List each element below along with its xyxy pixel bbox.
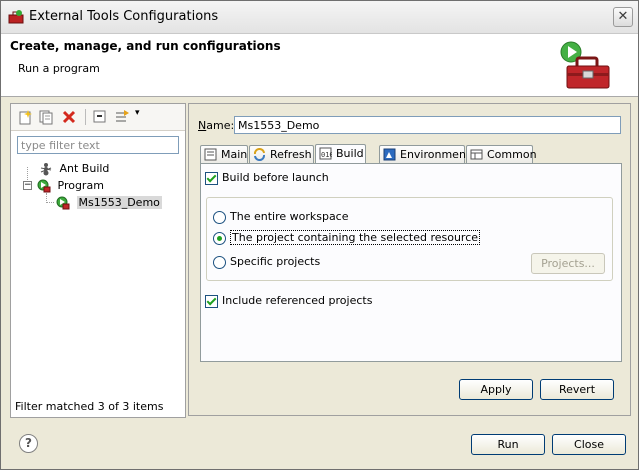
checkbox-checked-icon bbox=[205, 171, 218, 185]
radio-label: The project containing the selected reso… bbox=[230, 230, 481, 245]
dialog-window: External Tools Configurations ✕ Create, … bbox=[0, 0, 639, 470]
name-field[interactable] bbox=[234, 116, 621, 134]
help-icon[interactable]: ? bbox=[19, 434, 38, 453]
name-label-text: ame: bbox=[206, 119, 235, 132]
main-tab-icon bbox=[204, 148, 217, 161]
close-window-button[interactable]: ✕ bbox=[613, 7, 633, 27]
checkbox-checked-icon bbox=[205, 294, 218, 308]
radio-unchecked-icon bbox=[213, 255, 226, 269]
radio-project-containing-resource[interactable]: The project containing the selected reso… bbox=[213, 230, 481, 245]
header-title: Create, manage, and run configurations bbox=[10, 39, 281, 53]
new-config-icon[interactable] bbox=[17, 109, 33, 125]
build-tab-icon: 010 bbox=[319, 147, 332, 160]
tree-guide bbox=[46, 202, 54, 203]
radio-entire-workspace[interactable]: The entire workspace bbox=[213, 210, 349, 224]
tab-label: Environment bbox=[400, 148, 471, 161]
run-button[interactable]: Run bbox=[471, 434, 545, 455]
checkbox-label: Build before launch bbox=[222, 171, 329, 184]
filter-input[interactable] bbox=[17, 136, 179, 154]
dialog-header: Create, manage, and run configurations R… bbox=[1, 34, 638, 97]
tab-build[interactable]: 010 Build bbox=[315, 144, 366, 164]
collapse-all-icon[interactable] bbox=[92, 109, 108, 125]
refresh-tab-icon bbox=[254, 148, 265, 161]
toolbox-banner-icon bbox=[560, 41, 610, 89]
collapse-program-icon[interactable]: − bbox=[23, 181, 32, 190]
radio-specific-projects[interactable]: Specific projects bbox=[213, 255, 320, 269]
external-tools-icon bbox=[8, 10, 24, 24]
tab-refresh[interactable]: Refresh bbox=[249, 145, 314, 163]
tree-item-label: Ms1553_Demo bbox=[76, 196, 162, 209]
header-subtitle: Run a program bbox=[18, 62, 100, 75]
build-before-launch-checkbox[interactable]: Build before launch bbox=[205, 171, 329, 185]
program-config-icon bbox=[56, 196, 70, 210]
duplicate-icon[interactable] bbox=[38, 109, 54, 125]
filter-icon[interactable] bbox=[114, 109, 130, 125]
environment-tab-icon bbox=[383, 148, 396, 161]
filter-menu-chevron-icon[interactable]: ▾ bbox=[135, 108, 140, 118]
program-icon bbox=[37, 179, 51, 193]
tree-item-ms1553-demo[interactable]: Ms1553_Demo bbox=[56, 195, 162, 211]
radio-unchecked-icon bbox=[213, 210, 226, 224]
checkbox-label: Include referenced projects bbox=[222, 294, 373, 307]
tab-environment[interactable]: Environment bbox=[379, 145, 470, 163]
name-label: Name: bbox=[198, 119, 235, 132]
tab-label: Refresh bbox=[270, 148, 312, 161]
tab-label: Common bbox=[487, 148, 537, 161]
revert-button[interactable]: Revert bbox=[540, 379, 614, 400]
filter-status-text: Filter matched 3 of 3 items bbox=[15, 400, 164, 413]
common-tab-icon bbox=[470, 149, 483, 160]
svg-text:010: 010 bbox=[321, 151, 332, 159]
tree-item-label: Ant Build bbox=[59, 162, 110, 175]
tree-item-ant-build[interactable]: Ant Build bbox=[39, 161, 109, 177]
tab-label: Main bbox=[221, 148, 248, 161]
window-title: External Tools Configurations bbox=[29, 9, 219, 24]
title-bar: External Tools Configurations ✕ bbox=[1, 1, 638, 34]
apply-button[interactable]: Apply bbox=[459, 379, 533, 400]
tree-item-program[interactable]: Program bbox=[37, 178, 104, 194]
projects-button[interactable]: Projects... bbox=[531, 253, 605, 274]
include-referenced-projects-checkbox[interactable]: Include referenced projects bbox=[205, 294, 372, 308]
tab-common[interactable]: Common bbox=[466, 145, 537, 163]
close-button[interactable]: Close bbox=[552, 434, 626, 455]
configurations-toolbar: ▾ bbox=[11, 104, 185, 131]
ant-icon bbox=[40, 163, 52, 176]
tab-main[interactable]: Main bbox=[200, 145, 248, 163]
radio-label: The entire workspace bbox=[230, 210, 349, 223]
radio-label: Specific projects bbox=[230, 255, 321, 268]
toolbar-separator bbox=[85, 109, 86, 125]
delete-icon[interactable] bbox=[61, 109, 77, 125]
configurations-panel: ▾ − Ant Build Program bbox=[10, 103, 186, 418]
radio-checked-icon bbox=[213, 231, 226, 245]
tab-label: Build bbox=[336, 147, 364, 160]
tree-item-label: Program bbox=[57, 179, 104, 192]
